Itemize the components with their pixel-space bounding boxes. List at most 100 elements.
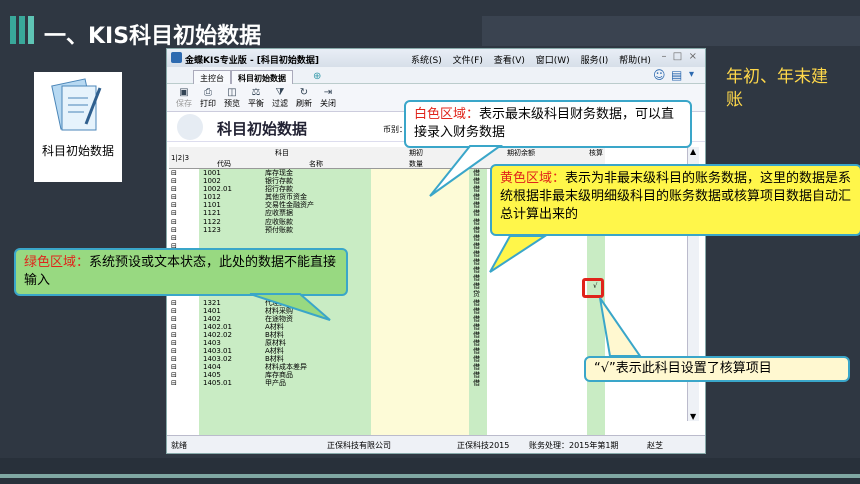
expander-icon[interactable]: ⊟ [171, 355, 177, 363]
save-button[interactable]: ▣ 保存 [173, 87, 195, 109]
row-direction: 借 [473, 322, 480, 331]
expander-icon[interactable]: ⊟ [171, 363, 177, 371]
row-code: 1401 [203, 306, 221, 315]
table-row[interactable]: ⊟ 1321 代理业务资产 借 [169, 299, 605, 307]
row-name: A材料 [265, 347, 284, 356]
table-row[interactable]: ⊟ 1403.02 B材料 借 [169, 355, 605, 363]
expander-icon[interactable]: ⊟ [171, 379, 177, 387]
table-row[interactable]: ⊟ 1404 材料成本差异借 [169, 363, 605, 371]
expander-icon[interactable]: ⊟ [171, 315, 177, 323]
table-row[interactable]: ⊟ 1403.01 A材料 借 [169, 347, 605, 355]
expander-icon[interactable]: ⊟ [171, 226, 177, 234]
expander-icon[interactable]: ⊟ [171, 331, 177, 339]
menu-service[interactable]: 服务(I) [581, 56, 609, 66]
window-titlebar: 金蝶KIS专业版 - [科目初始数据] 系统(S) 文件(F) 查看(V) 窗口… [167, 49, 705, 67]
callout-yellow-title: 黄色区域： [500, 171, 566, 186]
footer-band [0, 458, 860, 484]
expander-icon[interactable]: ⊟ [171, 234, 177, 242]
add-tab-icon[interactable]: ⊕ [313, 71, 321, 82]
scroll-up-icon[interactable]: ▲ [690, 147, 696, 156]
row-direction: 借 [473, 330, 480, 339]
row-direction: 借 [473, 314, 480, 323]
col-qty: 数量 [409, 160, 423, 168]
row-code: 1123 [203, 225, 221, 234]
row-direction: 借 [473, 298, 480, 307]
expander-icon[interactable]: ⊟ [171, 177, 177, 185]
row-code: 1012 [203, 193, 221, 202]
expander-icon[interactable]: ⊟ [171, 201, 177, 209]
menu-window[interactable]: 窗口(W) [536, 56, 570, 66]
row-direction: 借 [473, 233, 480, 242]
table-row[interactable]: ⊟ 1402 在途物资 借 [169, 315, 605, 323]
document-pen-icon [51, 78, 102, 131]
table-row[interactable]: ⊟ 1402.01 A材料 借 [169, 323, 605, 331]
level-selector[interactable]: 1|2|3 [171, 154, 189, 162]
preview-button[interactable]: ◫ 预览 [221, 87, 243, 109]
expander-icon[interactable]: ⊟ [171, 371, 177, 379]
refresh-button[interactable]: ↻ 刷新 [293, 87, 315, 109]
close-button[interactable]: ⇥ 关闭 [317, 87, 339, 109]
row-code: 1002.01 [203, 185, 232, 194]
expander-icon[interactable]: ⊟ [171, 323, 177, 331]
menu-help[interactable]: 帮助(H) [619, 56, 651, 66]
status-product: 正保科技2015 [457, 441, 510, 450]
row-code: 1122 [203, 217, 221, 226]
menu-system[interactable]: 系统(S) [411, 56, 442, 66]
row-direction: 借 [473, 209, 480, 218]
table-row[interactable]: ⊟ 1403 原材料 借 [169, 339, 605, 347]
table-row[interactable]: ⊟ 1401 材料采购 借 [169, 307, 605, 315]
title-banner [482, 16, 860, 46]
expander-icon[interactable]: ⊟ [171, 339, 177, 347]
status-bar: 就绪 正保科技有限公司 正保科技2015 账务处理：2015年第1期 赵芝 [167, 435, 705, 453]
table-row[interactable]: ⊟ 1405.01 甲产品 借 [169, 379, 605, 387]
smiley-icon[interactable]: ☺ [653, 68, 666, 82]
menu-view[interactable]: 查看(V) [494, 56, 525, 66]
magnifier-icon [177, 114, 203, 140]
row-code: 1405.01 [203, 379, 232, 388]
expander-icon[interactable]: ⊟ [171, 347, 177, 355]
row-name: 银行存款 [265, 177, 293, 186]
menu-file[interactable]: 文件(F) [453, 56, 483, 66]
callout-green-title: 绿色区域： [24, 255, 90, 270]
shortcut-card[interactable]: 科目初始数据 [34, 72, 122, 182]
expander-icon[interactable]: ⊟ [171, 169, 177, 177]
maximize-icon[interactable]: □ [673, 51, 682, 62]
expander-icon[interactable]: ⊟ [171, 307, 177, 315]
row-code: 1402.02 [203, 330, 232, 339]
callout-yellow-area: 黄色区域：表示为非最末级科目的账务数据，这里的数据是系统根据非最末级明细级科目的… [490, 164, 860, 236]
tab-main-console[interactable]: 主控台 [193, 70, 231, 84]
table-row[interactable]: ⊟ 1402.02 B材料 借 [169, 331, 605, 339]
expander-icon[interactable]: ⊟ [171, 209, 177, 217]
expander-icon[interactable]: ⊟ [171, 218, 177, 226]
row-direction: 借 [473, 249, 480, 258]
table-row[interactable]: ⊟ 1405 库存商品借 [169, 371, 605, 379]
print-button[interactable]: ⎙ 打印 [197, 87, 219, 109]
row-code: 1001 [203, 169, 221, 177]
slide-title: 一、KIS科目初始数据 [44, 24, 262, 49]
expander-icon[interactable]: ⊟ [171, 299, 177, 307]
callout-green-area: 绿色区域：系统预设或文本状态，此处的数据不能直接输入 [14, 248, 348, 296]
row-code: 1403.02 [203, 355, 232, 364]
row-name: 甲产品 [265, 379, 286, 388]
col-check: 核算 [589, 149, 603, 157]
col-period: 期初 [409, 149, 423, 157]
balance-button[interactable]: ⚖ 平衡 [245, 87, 267, 109]
row-direction: 借 [473, 379, 480, 388]
message-icon[interactable]: ▤ [671, 68, 682, 82]
close-icon[interactable]: × [689, 51, 697, 62]
row-direction: 借 [473, 185, 480, 194]
save-icon: ▣ [179, 87, 189, 98]
scroll-down-icon[interactable]: ▼ [690, 412, 696, 421]
title-accent-bars [10, 16, 37, 48]
expander-icon[interactable]: ⊟ [171, 185, 177, 193]
row-name: 应收账款 [265, 217, 293, 226]
filter-icon: ⧩ [275, 87, 285, 98]
check-highlight [582, 278, 604, 298]
expander-icon[interactable]: ⊟ [171, 193, 177, 201]
minimize-icon[interactable]: – [661, 51, 666, 62]
filter-button[interactable]: ⧩ 过滤 [269, 87, 291, 109]
chevron-down-icon[interactable]: ▾ [689, 69, 694, 80]
exit-icon: ⇥ [323, 87, 333, 98]
tab-account-initial-data[interactable]: 科目初始数据 [231, 70, 293, 84]
row-code: 1121 [203, 209, 221, 218]
